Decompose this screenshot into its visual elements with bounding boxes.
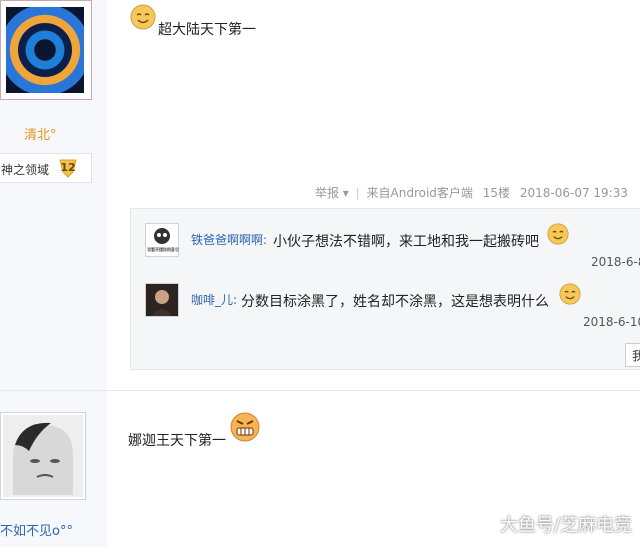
meme-face-icon [3, 415, 83, 497]
reply-section: 我看不懂你的意思 铁爸爸啊啊啊: 小伙子想法不错啊，来工地和我一起搬砖吧 201… [130, 208, 640, 370]
report-link[interactable]: 举报 ▾ [315, 184, 349, 201]
reply-time: 2018-6-8 [591, 255, 640, 269]
avatar-image [3, 415, 83, 497]
smiley-emoji-icon [130, 4, 156, 30]
grin-emoji-icon [230, 412, 260, 442]
smiley-emoji-icon [547, 223, 569, 245]
reply-avatar[interactable] [145, 283, 179, 317]
reply-avatar[interactable]: 我看不懂你的意思 [145, 223, 179, 257]
reply-username[interactable]: 咖啡_儿: [191, 291, 237, 308]
reply-button[interactable]: 我 [625, 343, 640, 367]
user-level[interactable]: 神之领域 12 [0, 153, 92, 183]
post-divider [0, 390, 640, 391]
avatar-image [6, 7, 84, 93]
level-badge-icon: 12 [57, 158, 79, 178]
user-avatar[interactable] [0, 412, 86, 500]
watermark: 大鱼号/芝麻电竞 [499, 515, 632, 536]
post-content: 超大陆天下第一 [158, 22, 256, 38]
client-source[interactable]: 来自Android客户端 [367, 184, 473, 201]
post-content: 娜迦王天下第一 [128, 433, 226, 449]
floor-number: 15楼 [482, 186, 511, 200]
reply-content: 分数目标涂黑了，姓名却不涂黑，这是想表明什么 [241, 294, 549, 310]
reply-time: 2018-6-10 [583, 315, 640, 329]
post-time: 2018-06-07 19:33 [519, 186, 628, 200]
level-number: 12 [60, 161, 76, 174]
level-name: 神之领域 [1, 163, 50, 177]
username[interactable]: 清北° [24, 124, 57, 143]
meta-separator: | [355, 186, 360, 200]
user-avatar[interactable] [0, 0, 92, 100]
post-meta: 举报 ▾ | 来自Android客户端 15楼 2018-06-07 19:33 [315, 184, 628, 201]
reply-username[interactable]: 铁爸爸啊啊啊: [191, 231, 267, 248]
reply-avatar-caption: 我看不懂你的意思 [147, 247, 179, 252]
username[interactable]: 不如不见o°° [0, 520, 73, 539]
reply-content: 小伙子想法不错啊，来工地和我一起搬砖吧 [273, 234, 539, 250]
person-avatar-icon [146, 284, 178, 316]
smiley-emoji-icon [559, 283, 581, 305]
